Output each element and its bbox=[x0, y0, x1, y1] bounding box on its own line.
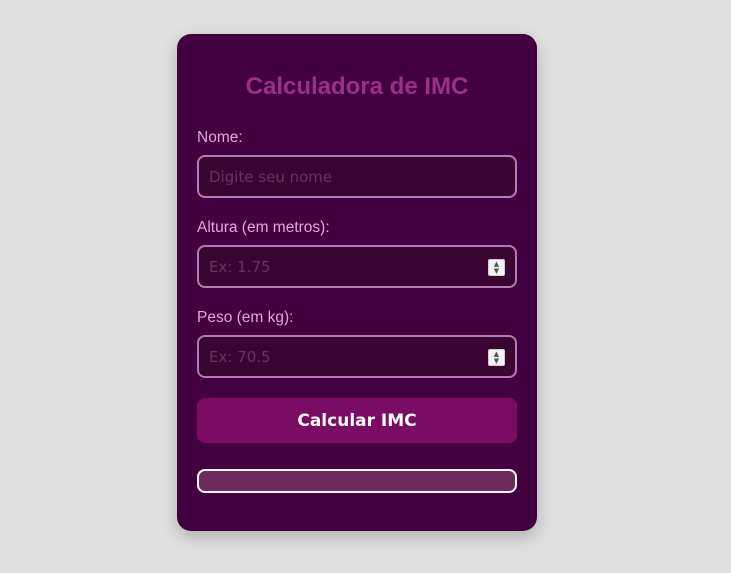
imc-calculator-card: Calculadora de IMC Nome: Altura (em metr… bbox=[177, 34, 537, 531]
chevron-down-icon[interactable]: ▼ bbox=[494, 358, 499, 365]
page-title: Calculadora de IMC bbox=[245, 73, 469, 100]
peso-label: Peso (em kg): bbox=[197, 309, 294, 326]
altura-label: Altura (em metros): bbox=[197, 219, 330, 236]
nome-field-wrapper bbox=[197, 155, 517, 198]
altura-input[interactable] bbox=[199, 247, 515, 286]
altura-field-wrapper: ▲ ▼ bbox=[197, 245, 517, 288]
peso-input[interactable] bbox=[199, 337, 515, 376]
altura-spinner[interactable]: ▲ ▼ bbox=[488, 259, 505, 276]
result-box bbox=[197, 469, 517, 493]
calcular-imc-button[interactable]: Calcular IMC bbox=[197, 398, 517, 443]
peso-spinner[interactable]: ▲ ▼ bbox=[488, 349, 505, 366]
nome-input[interactable] bbox=[199, 157, 515, 196]
chevron-down-icon[interactable]: ▼ bbox=[494, 268, 499, 275]
nome-label: Nome: bbox=[197, 129, 243, 146]
peso-field-wrapper: ▲ ▼ bbox=[197, 335, 517, 378]
